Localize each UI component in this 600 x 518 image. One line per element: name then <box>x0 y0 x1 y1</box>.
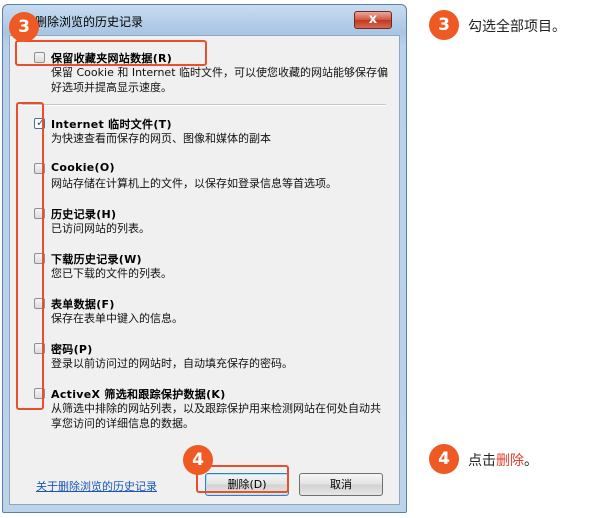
step-4-note-suffix: 。 <box>524 453 538 469</box>
dialog-title: 删除浏览的历史记录 <box>35 15 144 29</box>
option-description: 保存在表单中键入的信息。 <box>51 312 183 325</box>
step-3-note: 勾选全部项目。 <box>468 19 566 35</box>
step-4-note-badge: 4 <box>429 444 459 474</box>
option-description: 您已下载的文件的列表。 <box>51 267 172 280</box>
about-delete-history-link[interactable]: 关于删除浏览的历史记录 <box>36 478 157 494</box>
dialog-body: 保留收藏夹网站数据(R) 保留 Cookie 和 Internet 临时文件，可… <box>9 35 400 505</box>
option-label: 表单数据(F) <box>51 298 115 311</box>
option-label: 下载历史记录(W) <box>51 253 142 266</box>
option-label: ActiveX 筛选和跟踪保护数据(K) <box>51 388 226 401</box>
cancel-button[interactable]: 取消 <box>299 473 383 496</box>
option-description: 网站存储在计算机上的文件，以保存如登录信息等首选项。 <box>51 177 337 190</box>
step-4-badge: 4 <box>183 445 213 475</box>
step-4-note: 点击删除。 <box>468 450 538 470</box>
option-description: 保留 Cookie 和 Internet 临时文件，可以使您收藏的网站能够保存偏… <box>51 66 388 94</box>
close-button[interactable]: x <box>354 11 392 29</box>
step-3-badge: 3 <box>9 12 39 42</box>
option-label: Internet 临时文件(T) <box>51 118 172 131</box>
option-label: 密码(P) <box>51 343 93 356</box>
option-label: Cookie(O) <box>51 161 115 174</box>
option-label: 历史记录(H) <box>51 208 117 221</box>
delete-history-dialog: 删除浏览的历史记录 x 保留收藏夹网站数据(R) 保留 Cookie 和 Int… <box>2 4 407 513</box>
step-4-note-accent: 删除 <box>496 453 524 469</box>
highlight-checkbox-column <box>16 102 44 410</box>
highlight-preserve-favorites <box>15 40 207 66</box>
option-description: 从筛选中排除的网站列表，以及跟踪保护用来检测网站在何处自动共享您访问的详细信息的… <box>51 402 381 430</box>
title-bar: 删除浏览的历史记录 x <box>3 5 406 35</box>
option-description: 登录以前访问过的网站时，自动填充保存的密码。 <box>51 357 293 370</box>
option-description: 已访问网站的列表。 <box>51 222 150 235</box>
step-3-note-badge: 3 <box>429 10 459 40</box>
option-description: 为快速查看而保存的网页、图像和媒体的副本 <box>51 132 271 145</box>
step-4-note-prefix: 点击 <box>468 453 496 469</box>
separator <box>22 104 386 106</box>
highlight-delete-button <box>196 465 289 493</box>
